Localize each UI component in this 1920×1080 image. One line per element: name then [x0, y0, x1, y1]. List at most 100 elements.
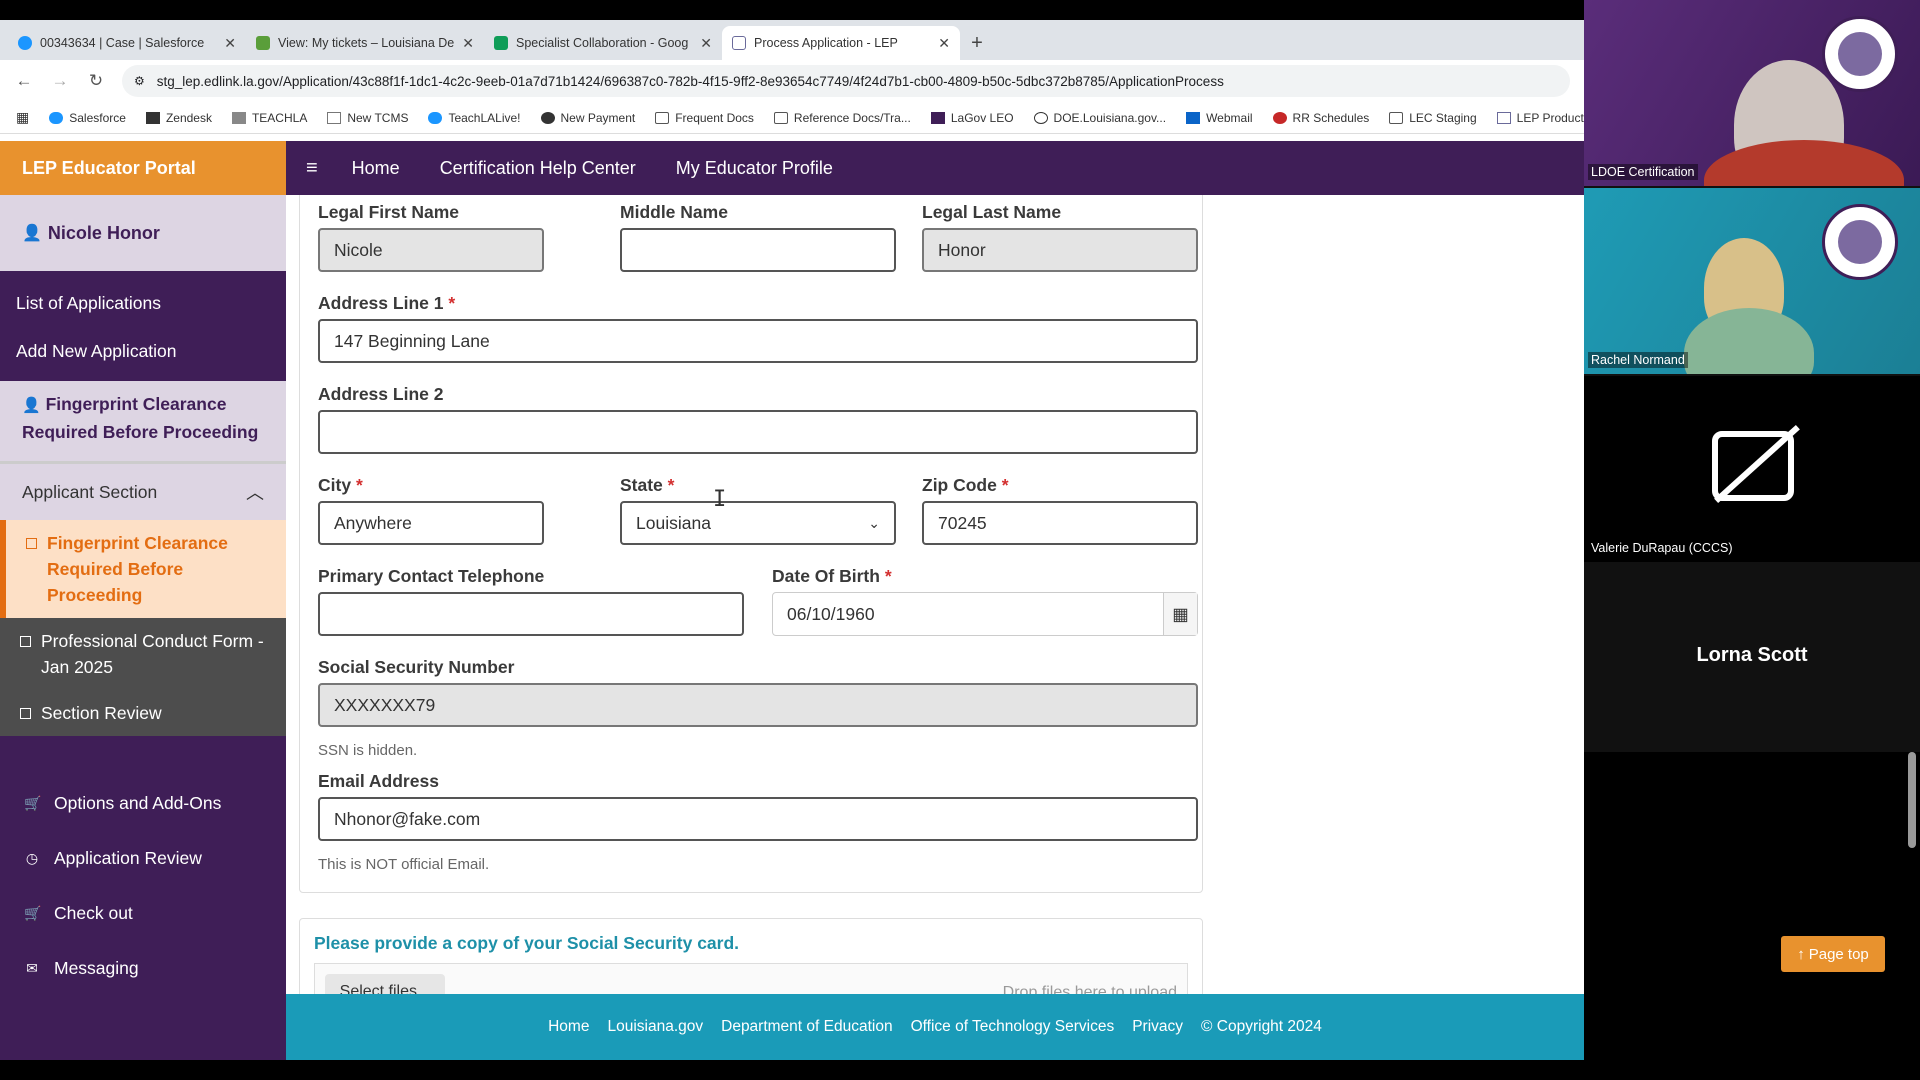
email-field[interactable]: Nhonor@fake.com: [318, 797, 1198, 841]
footer-link-ots[interactable]: Office of Technology Services: [911, 1018, 1115, 1036]
sidebar-nav: List of Applications Add New Application: [0, 271, 286, 375]
page-top-label: Page top: [1808, 945, 1869, 963]
state-select[interactable]: Louisiana ⌄: [620, 501, 896, 545]
bookmark-reference-docs[interactable]: Reference Docs/Tra...: [773, 111, 911, 125]
middle-name-field[interactable]: [620, 228, 896, 272]
address2-field[interactable]: [318, 410, 1198, 454]
bookmark-webmail[interactable]: Webmail: [1186, 111, 1253, 125]
nav-educator-profile[interactable]: My Educator Profile: [676, 158, 833, 179]
sidebar: LEP Educator Portal 👤 Nicole Honor List …: [0, 141, 286, 1060]
footer-link-home[interactable]: Home: [548, 1018, 589, 1036]
scrollbar[interactable]: [1908, 752, 1916, 848]
participant-tile-rachel[interactable]: Rachel Normand: [1584, 188, 1920, 374]
section-item-section-review[interactable]: Section Review: [0, 690, 286, 736]
checkbox-icon: [26, 538, 37, 549]
participant-name: Rachel Normand: [1588, 352, 1688, 368]
bookmark-lagov-leo[interactable]: LaGov LEO: [930, 111, 1014, 125]
tab-process-application[interactable]: Process Application - LEP ✕: [722, 26, 960, 60]
footer-copyright: © Copyright 2024: [1201, 1018, 1322, 1035]
sidebar-item-check-out[interactable]: 🛒 Check out: [0, 886, 286, 941]
menu-icon[interactable]: ≡: [306, 157, 318, 180]
cloud-icon: [428, 111, 443, 124]
portal-page: LEP Educator Portal 👤 Nicole Honor List …: [0, 141, 1584, 1060]
bookmark-lec-staging[interactable]: LEC Staging: [1389, 111, 1477, 125]
page-top-button[interactable]: ↑ Page top: [1781, 936, 1885, 972]
tab-zendesk[interactable]: View: My tickets – Louisiana De ✕: [246, 26, 484, 60]
sidebar-item-list-of-applications[interactable]: List of Applications: [0, 279, 286, 327]
footer-link-doe[interactable]: Department of Education: [721, 1018, 892, 1036]
dob-field[interactable]: 06/10/1960 ▦: [772, 592, 1198, 636]
site-info-icon[interactable]: ⚙: [134, 74, 145, 88]
ldoe-seal-icon: [1822, 204, 1898, 280]
user-profile[interactable]: 👤 Nicole Honor: [0, 195, 286, 271]
nav-home[interactable]: Home: [352, 158, 400, 179]
applicant-section-toggle[interactable]: Applicant Section ︿: [0, 464, 286, 520]
bookmark-salesforce[interactable]: Salesforce: [49, 111, 126, 125]
section-item-fingerprint[interactable]: Fingerprint Clearance Required Before Pr…: [0, 520, 286, 618]
chevron-up-icon: ︿: [246, 483, 264, 503]
footer-link-privacy[interactable]: Privacy: [1132, 1018, 1183, 1036]
nav-certification-help[interactable]: Certification Help Center: [440, 158, 636, 179]
bookmark-zendesk[interactable]: Zendesk: [145, 110, 212, 125]
bookmark-rr-schedules[interactable]: RR Schedules: [1272, 111, 1369, 125]
reload-icon[interactable]: ↻: [86, 71, 106, 91]
bookmark-lep-production[interactable]: LEP Production: [1496, 111, 1584, 125]
dob-label: Date Of Birth *: [772, 566, 892, 587]
fingerprint-notice[interactable]: 👤 Fingerprint Clearance Required Before …: [0, 381, 286, 461]
city-field[interactable]: Anywhere: [318, 501, 544, 545]
ssn-field[interactable]: XXXXXXX79: [318, 683, 1198, 727]
address2-label: Address Line 2: [318, 384, 444, 404]
url-field[interactable]: ⚙ stg_lep.edlink.la.gov/Application/43c8…: [122, 65, 1570, 97]
forward-icon[interactable]: →: [50, 71, 70, 91]
tab-google-sheets[interactable]: Specialist Collaboration - Goog ✕: [484, 26, 722, 60]
phone-label: Primary Contact Telephone: [318, 566, 545, 586]
bookmark-label: TeachLALive!: [448, 110, 521, 125]
close-icon[interactable]: ✕: [700, 35, 712, 52]
city-label-text: City: [318, 475, 352, 495]
bookmark-new-payment[interactable]: New Payment: [540, 111, 635, 125]
participant-tile-valerie[interactable]: Valerie DuRapau (CCCS): [1584, 376, 1920, 562]
bookmark-teachla[interactable]: TEACHLA: [231, 111, 307, 125]
pin-icon: [1272, 111, 1287, 124]
first-name-field[interactable]: Nicole: [318, 228, 544, 272]
bookmark-doe-louisiana[interactable]: DOE.Louisiana.gov...: [1033, 110, 1167, 125]
portal-brand[interactable]: LEP Educator Portal: [0, 141, 286, 195]
tab-salesforce[interactable]: 00343634 | Case | Salesforce ✕: [8, 26, 246, 60]
back-icon[interactable]: ←: [14, 71, 34, 91]
cart-icon: 🛒: [24, 795, 42, 811]
participant-tile-ldoe[interactable]: LDOE Certification: [1584, 0, 1920, 186]
participant-name: Lorna Scott: [1696, 644, 1808, 666]
close-icon[interactable]: ✕: [224, 35, 236, 52]
leo-icon: [930, 111, 945, 124]
phone-field[interactable]: [318, 592, 744, 636]
bookmark-teachlalive[interactable]: TeachLALive!: [428, 110, 521, 125]
sidebar-item-application-review[interactable]: ◷ Application Review: [0, 831, 286, 886]
sidebar-item-add-new-application[interactable]: Add New Application: [0, 327, 286, 375]
participant-tile-lorna[interactable]: Lorna Scott: [1584, 564, 1920, 750]
zip-field[interactable]: 70245: [922, 501, 1198, 545]
bookmark-new-tcms[interactable]: New TCMS: [327, 111, 408, 125]
page-icon: [327, 111, 342, 124]
salesforce-icon: [18, 36, 32, 50]
select-files-button[interactable]: Select files...: [325, 974, 445, 994]
browser-window: 00343634 | Case | Salesforce ✕ View: My …: [0, 20, 1584, 1060]
url-text: stg_lep.edlink.la.gov/Application/43c88f…: [156, 73, 1224, 89]
section-item-professional-conduct[interactable]: Professional Conduct Form - Jan 2025: [0, 618, 286, 690]
sidebar-item-options-addons[interactable]: 🛒 Options and Add-Ons: [0, 776, 286, 831]
bookmark-label: Zendesk: [165, 110, 212, 125]
last-name-field[interactable]: Honor: [922, 228, 1198, 272]
close-icon[interactable]: ✕: [462, 35, 474, 52]
bookmark-label: DOE.Louisiana.gov...: [1053, 110, 1167, 125]
footer-link-louisiana-gov[interactable]: Louisiana.gov: [607, 1018, 703, 1036]
bookmark-label: Salesforce: [69, 110, 126, 125]
zip-label: Zip Code *: [922, 475, 1009, 496]
address1-field[interactable]: 147 Beginning Lane: [318, 319, 1198, 363]
calendar-icon[interactable]: ▦: [1163, 593, 1197, 635]
apps-icon[interactable]: ▦: [16, 109, 29, 126]
new-tab-button[interactable]: +: [960, 26, 994, 60]
file-upload-zone[interactable]: Select files... Drop files here to uploa…: [314, 963, 1188, 994]
bookmark-frequent-docs[interactable]: Frequent Docs: [655, 111, 754, 125]
required-mark: *: [667, 475, 675, 495]
close-icon[interactable]: ✕: [938, 35, 950, 52]
sidebar-item-messaging[interactable]: ✉ Messaging: [0, 941, 286, 996]
